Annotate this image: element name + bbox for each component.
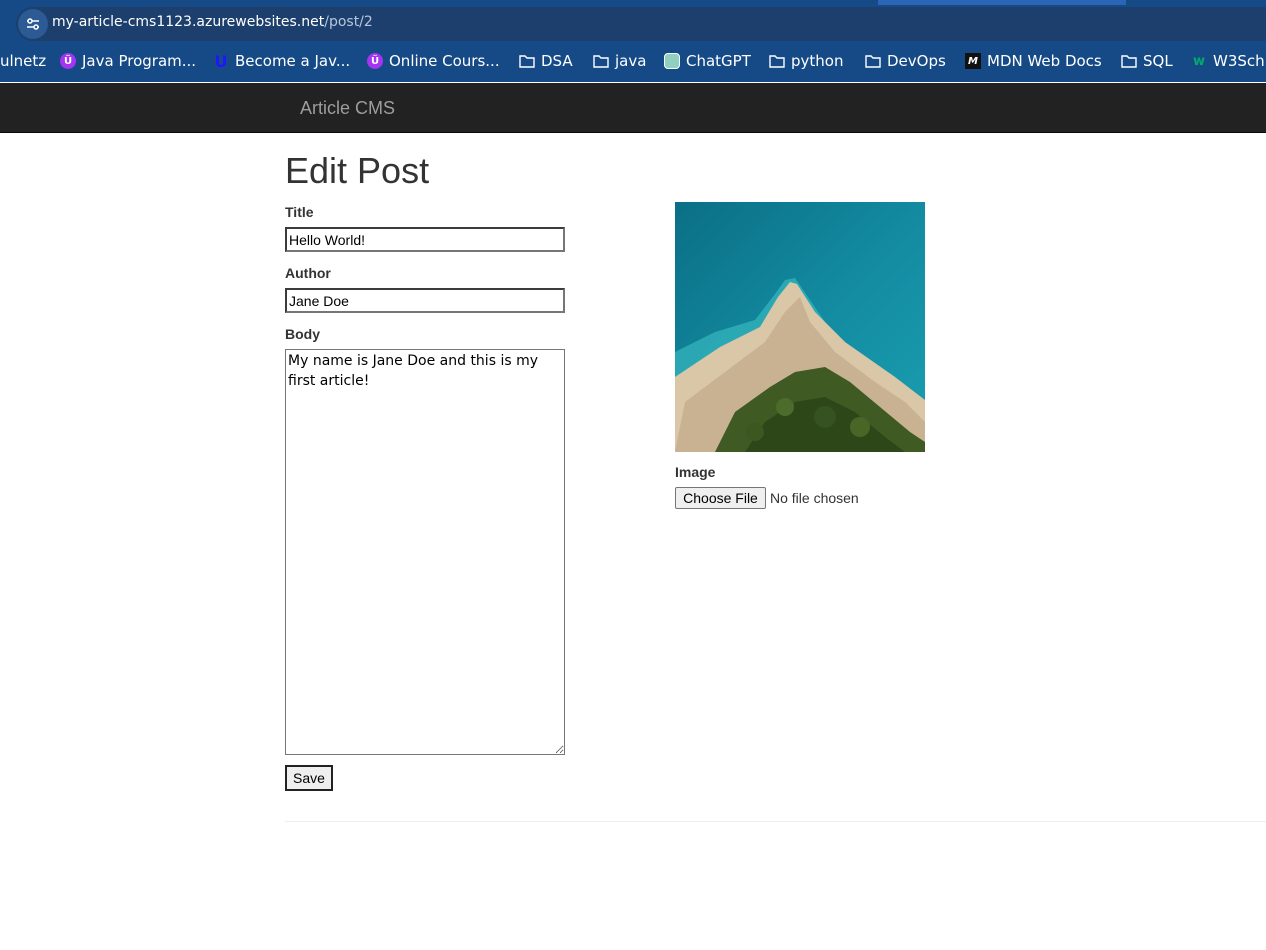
bookmark-label: ulnetz xyxy=(0,52,47,70)
folder-icon xyxy=(769,53,785,69)
page-title: Edit Post xyxy=(285,150,430,191)
folder-icon xyxy=(519,53,535,69)
title-label: Title xyxy=(285,204,314,220)
brand-link[interactable]: Article CMS xyxy=(300,98,395,119)
url-text[interactable]: my-article-cms1123.azurewebsites.net/pos… xyxy=(52,14,373,30)
tune-icon[interactable] xyxy=(18,9,48,39)
bookmark-chatgpt[interactable]: ChatGPT xyxy=(664,46,751,76)
url-host: my-article-cms1123.azurewebsites.net xyxy=(52,14,325,30)
post-image xyxy=(675,202,925,452)
udemy-icon: Ü xyxy=(60,53,76,69)
bookmark-label: DSA xyxy=(541,52,573,70)
bookmark-label: Become a Jav... xyxy=(235,52,351,70)
url-path: /post/2 xyxy=(324,14,373,30)
bookmark-label: java xyxy=(615,52,647,70)
bookmark-w3schools[interactable]: w W3Sch xyxy=(1191,46,1265,76)
bookmark-folder-python[interactable]: python xyxy=(769,46,843,76)
bookmark-label: DevOps xyxy=(887,52,946,70)
browser-chrome: my-article-cms1123.azurewebsites.net/pos… xyxy=(0,0,1266,82)
author-label: Author xyxy=(285,265,331,281)
w3schools-icon: w xyxy=(1192,53,1205,69)
address-bar[interactable]: my-article-cms1123.azurewebsites.net/pos… xyxy=(16,7,1266,41)
bookmark-label: SQL xyxy=(1143,52,1173,70)
bookmark-java-program[interactable]: Ü Java Program... xyxy=(60,46,196,76)
chatgpt-icon xyxy=(664,53,680,69)
mdn-icon: M xyxy=(965,53,981,69)
author-input[interactable] xyxy=(285,288,565,313)
bookmark-folder-dsa[interactable]: DSA xyxy=(519,46,573,76)
bookmark-folder-sql[interactable]: SQL xyxy=(1121,46,1173,76)
folder-icon xyxy=(593,53,609,69)
divider xyxy=(285,821,1266,822)
bookmark-label: MDN Web Docs xyxy=(987,52,1102,70)
folder-icon xyxy=(865,53,881,69)
choose-file-button[interactable]: Choose File xyxy=(675,487,766,509)
folder-icon xyxy=(1121,53,1137,69)
body-label: Body xyxy=(285,326,320,342)
bookmark-folder-devops[interactable]: DevOps xyxy=(865,46,946,76)
bookmark-label: ChatGPT xyxy=(686,52,751,70)
bookmark-folder-java[interactable]: java xyxy=(593,46,646,76)
site-navbar: Article CMS xyxy=(0,83,1266,133)
body-textarea[interactable]: My name is Jane Doe and this is my first… xyxy=(285,349,565,755)
bookmark-ulnetz[interactable]: ulnetz xyxy=(0,46,46,76)
bookmark-label: Java Program... xyxy=(82,52,197,70)
udacity-icon: U xyxy=(214,51,228,71)
bookmark-mdn[interactable]: M MDN Web Docs xyxy=(965,46,1102,76)
title-input[interactable] xyxy=(285,227,565,252)
bookmarks-bar: ulnetz Ü Java Program... U Become a Jav.… xyxy=(0,46,1266,76)
image-label: Image xyxy=(675,464,716,480)
bookmark-online-courses[interactable]: Ü Online Cours... xyxy=(367,46,500,76)
udemy-icon: Ü xyxy=(367,53,383,69)
bookmark-label: W3Sch xyxy=(1213,52,1265,70)
file-status: No file chosen xyxy=(770,490,859,506)
bookmark-label: python xyxy=(791,52,844,70)
active-tab-indicator xyxy=(878,0,1126,5)
bookmark-become-a-java[interactable]: U Become a Jav... xyxy=(213,46,351,76)
bookmark-label: Online Cours... xyxy=(389,52,500,70)
save-button[interactable]: Save xyxy=(285,765,333,791)
